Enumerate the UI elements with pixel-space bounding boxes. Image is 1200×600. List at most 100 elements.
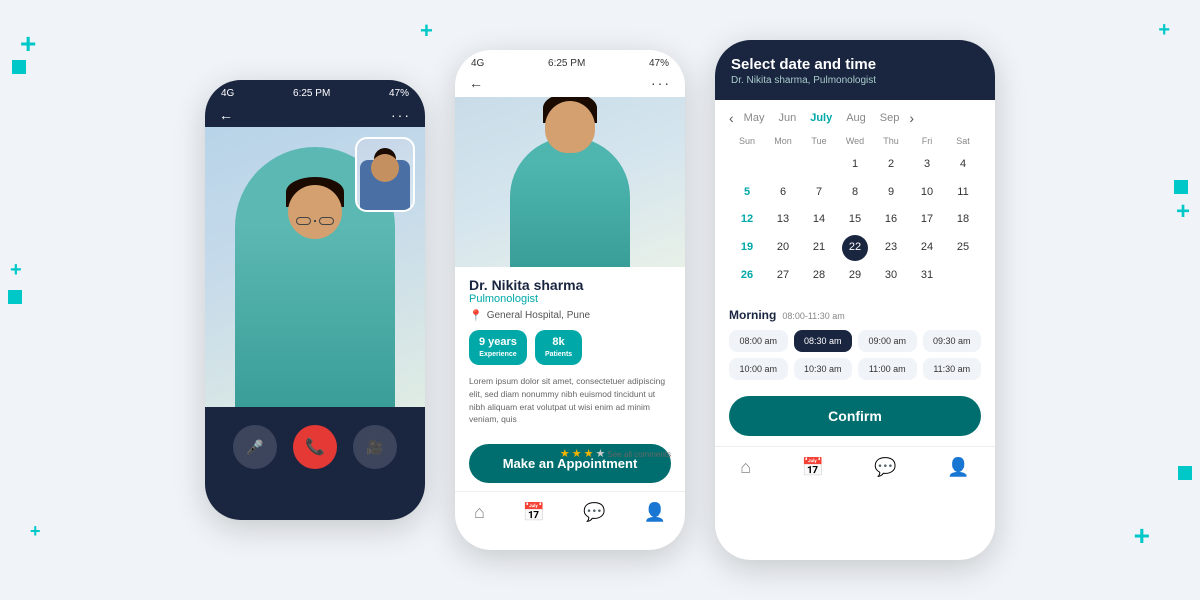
calendar-header: Select date and time Dr. Nikita sharma, … — [715, 40, 995, 100]
nav-profile-3[interactable]: 👤 — [947, 457, 969, 478]
deco-cross-ml: + — [10, 260, 22, 280]
slot-1000[interactable]: 10:00 am — [729, 358, 788, 380]
cal-day-10[interactable]: 10 — [909, 180, 945, 206]
cal-day-3[interactable]: 3 — [909, 152, 945, 178]
month-sep[interactable]: Sep — [876, 110, 904, 126]
back-icon-2[interactable]: ← — [469, 75, 483, 91]
doctor-specialty: Pulmonologist — [469, 293, 671, 305]
cal-day-6[interactable]: 6 — [765, 180, 801, 206]
doctor-glasses — [296, 217, 334, 225]
slot-0800[interactable]: 08:00 am — [729, 330, 788, 352]
cal-day-19[interactable]: 19 — [729, 235, 765, 261]
doctor-banner — [455, 97, 685, 267]
cal-day-9[interactable]: 9 — [873, 180, 909, 206]
patients-value: 8k — [545, 335, 572, 350]
more-options-icon-2[interactable]: ··· — [651, 75, 671, 91]
cal-day-13[interactable]: 13 — [765, 207, 801, 233]
end-call-button[interactable]: 📞 — [293, 425, 337, 469]
cal-day-23[interactable]: 23 — [873, 235, 909, 261]
phone1-time: 6:25 PM — [293, 88, 330, 99]
phone1-top-bar: ← ··· — [205, 103, 425, 127]
deco-sq1 — [12, 60, 26, 74]
video-button[interactable]: 🎥 — [353, 425, 397, 469]
nav-chat-3[interactable]: 💬 — [874, 457, 896, 478]
slot-0830[interactable]: 08:30 am — [794, 330, 853, 352]
cal-day-31[interactable]: 31 — [909, 263, 945, 289]
cal-day-29[interactable]: 29 — [837, 263, 873, 289]
mute-button[interactable]: 🎤 — [233, 425, 277, 469]
week-5: 26 27 28 29 30 31 — [729, 263, 981, 289]
month-july[interactable]: July — [806, 110, 836, 126]
prev-month-button[interactable]: ‹ — [729, 110, 734, 126]
deco-cross-tl: + — [20, 30, 36, 58]
month-may[interactable]: May — [740, 110, 769, 126]
doc-body — [510, 137, 630, 267]
cal-day-25[interactable]: 25 — [945, 235, 981, 261]
more-options-icon[interactable]: ··· — [391, 107, 411, 123]
month-jun[interactable]: Jun — [774, 110, 800, 126]
cal-day-21[interactable]: 21 — [801, 235, 837, 261]
nav-home-2[interactable]: ⌂ — [474, 502, 485, 523]
cal-day-12[interactable]: 12 — [729, 207, 765, 233]
patients-badge: 8k Patients — [535, 330, 582, 365]
cal-day-14[interactable]: 14 — [801, 207, 837, 233]
cal-empty — [801, 152, 837, 178]
calendar-subtitle: Dr. Nikita sharma, Pulmonologist — [731, 75, 979, 86]
cal-day-11[interactable]: 11 — [945, 180, 981, 206]
deco-sq4 — [1178, 466, 1192, 480]
next-month-button[interactable]: › — [909, 110, 914, 126]
cal-day-20[interactable]: 20 — [765, 235, 801, 261]
cal-day-17[interactable]: 17 — [909, 207, 945, 233]
days-of-week: Sun Mon Tue Wed Thu Fri Sat — [729, 134, 981, 148]
nav-calendar-3[interactable]: 📅 — [802, 457, 824, 478]
nav-calendar-2[interactable]: 📅 — [523, 502, 545, 523]
nav-chat-2[interactable]: 💬 — [583, 502, 605, 523]
confirm-button[interactable]: Confirm — [729, 396, 981, 436]
star-1: ★ — [560, 447, 570, 460]
pip-video — [355, 137, 415, 212]
cal-day-5[interactable]: 5 — [729, 180, 765, 206]
nav-profile-2[interactable]: 👤 — [644, 502, 666, 523]
cal-day-26[interactable]: 26 — [729, 263, 765, 289]
doctor-location: 📍 General Hospital, Pune — [469, 309, 671, 322]
month-navigation: ‹ May Jun July Aug Sep › — [729, 110, 981, 126]
location-pin-icon: 📍 — [469, 309, 483, 322]
cal-day-2[interactable]: 2 — [873, 152, 909, 178]
dow-sun: Sun — [729, 134, 765, 148]
experience-label: Experience — [479, 350, 517, 360]
phone-video-call: 4G 6:25 PM 47% ← ··· — [205, 80, 425, 520]
slot-0930[interactable]: 09:30 am — [923, 330, 982, 352]
cal-day-15[interactable]: 15 — [837, 207, 873, 233]
back-icon[interactable]: ← — [219, 107, 233, 123]
cal-day-28[interactable]: 28 — [801, 263, 837, 289]
time-slots-grid: 08:00 am 08:30 am 09:00 am 09:30 am 10:0… — [729, 330, 981, 380]
morning-time-range: 08:00-11:30 am — [782, 311, 844, 321]
cal-day-4[interactable]: 4 — [945, 152, 981, 178]
deco-cross-bl: + — [30, 522, 41, 540]
cal-day-22-selected[interactable]: 22 — [842, 235, 868, 261]
cal-day-16[interactable]: 16 — [873, 207, 909, 233]
cal-day-18[interactable]: 18 — [945, 207, 981, 233]
slot-0900[interactable]: 09:00 am — [858, 330, 917, 352]
calendar-grid: Sun Mon Tue Wed Thu Fri Sat 1 2 3 4 — [729, 134, 981, 288]
phone1-battery: 47% — [389, 88, 409, 99]
slot-1130[interactable]: 11:30 am — [923, 358, 982, 380]
star-2: ★ — [572, 447, 582, 460]
cal-day-1[interactable]: 1 — [837, 152, 873, 178]
cal-day-30[interactable]: 30 — [873, 263, 909, 289]
month-aug[interactable]: Aug — [842, 110, 870, 126]
slot-1030[interactable]: 10:30 am — [794, 358, 853, 380]
slot-1100[interactable]: 11:00 am — [858, 358, 917, 380]
cal-day-8[interactable]: 8 — [837, 180, 873, 206]
cal-day-27[interactable]: 27 — [765, 263, 801, 289]
morning-label: Morning 08:00-11:30 am — [729, 308, 981, 322]
location-text: General Hospital, Pune — [487, 310, 590, 321]
cal-day-24[interactable]: 24 — [909, 235, 945, 261]
see-all-comments[interactable]: See all comments — [607, 450, 671, 459]
week-4: 19 20 21 22 23 24 25 — [729, 235, 981, 261]
deco-cross-mr: + — [1176, 200, 1190, 224]
week-3: 12 13 14 15 16 17 18 — [729, 207, 981, 233]
phone2-time: 6:25 PM — [548, 58, 585, 69]
nav-home-3[interactable]: ⌂ — [740, 457, 751, 478]
cal-day-7[interactable]: 7 — [801, 180, 837, 206]
